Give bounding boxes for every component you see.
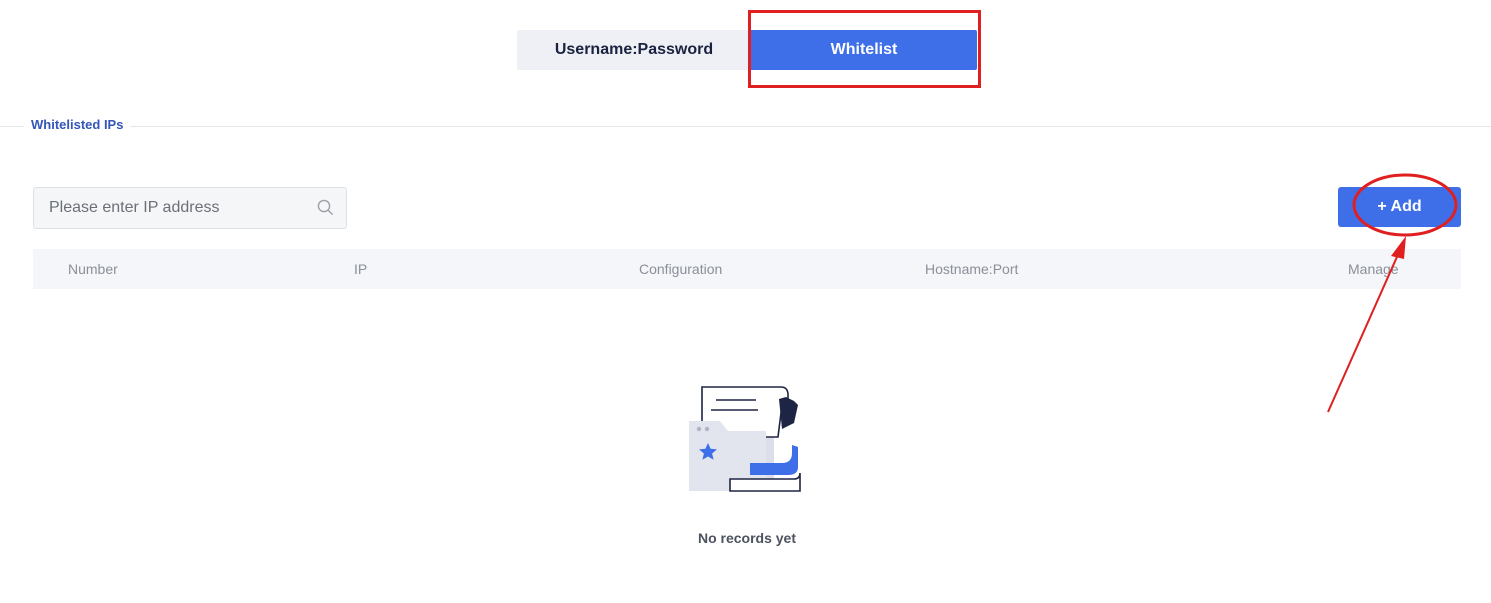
section-divider	[0, 126, 1491, 127]
add-ip-button[interactable]: + Add	[1338, 187, 1461, 227]
section-title: Whitelisted IPs	[24, 116, 131, 134]
empty-folder-illustration	[689, 386, 801, 492]
annotation-rectangle	[748, 10, 981, 88]
column-header-manage: Manage	[1348, 261, 1399, 277]
column-header-hostname-port: Hostname:Port	[925, 261, 1019, 277]
tab-username-password[interactable]: Username:Password	[517, 30, 751, 70]
search-icon[interactable]	[317, 199, 334, 216]
column-header-number: Number	[68, 261, 118, 277]
annotation-overlay	[1327, 173, 1458, 413]
ip-search-box	[33, 187, 347, 229]
empty-state-text: No records yet	[697, 530, 797, 546]
table-header: Number IP Configuration Hostname:Port Ma…	[33, 249, 1461, 289]
whitelist-page: Username:Password Whitelist Whitelisted …	[0, 0, 1491, 603]
column-header-configuration: Configuration	[639, 261, 723, 277]
column-header-ip: IP	[354, 261, 368, 277]
ip-search-input[interactable]	[34, 188, 319, 228]
